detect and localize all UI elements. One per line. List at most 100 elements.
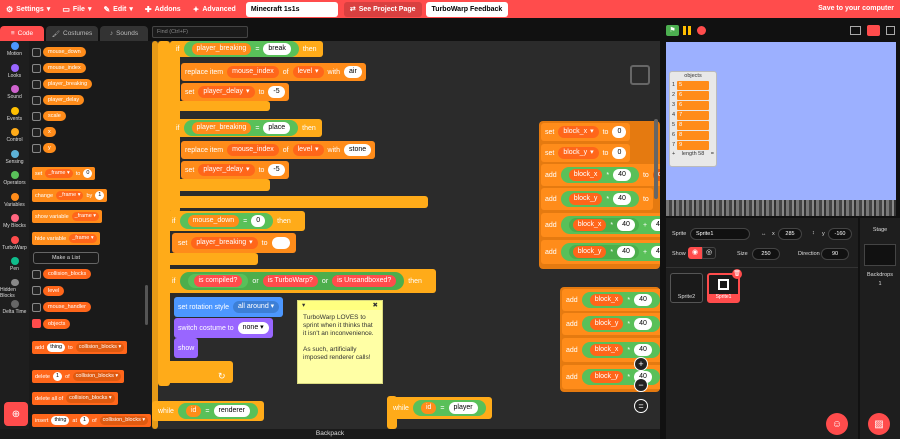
list-value[interactable]: 7 xyxy=(677,110,710,120)
set-variable-block[interactable]: set block_y ▾ to 0 xyxy=(541,144,631,162)
list-reporter[interactable]: level xyxy=(43,285,65,296)
set-variable-block[interactable]: set player_delay ▾ to -5 xyxy=(181,83,289,101)
list-item[interactable]: 47 xyxy=(670,110,716,120)
category-pen[interactable]: Pen xyxy=(0,256,29,278)
variable-reporter-row[interactable]: player_breaking xyxy=(32,79,93,89)
list-item[interactable]: 36 xyxy=(670,100,716,110)
checkbox[interactable] xyxy=(32,269,41,279)
variable-reporter[interactable]: y xyxy=(43,143,56,153)
minimap-box[interactable] xyxy=(630,65,650,85)
variable-reporter[interactable]: mouse_down xyxy=(43,47,86,57)
while-block[interactable]: while id = renderer xyxy=(152,401,264,421)
list-reporter[interactable]: collision_blocks xyxy=(43,269,92,279)
insert-at-block[interactable]: insert thing at 1 of collision_blocks ▾ xyxy=(32,414,152,427)
if-block[interactable]: if is compiled? or is TurboWarp? or is Unsan… xyxy=(158,269,436,293)
comment-note[interactable]: ▾ ✖ TurboWarp LOVES to sprint when it thi… xyxy=(297,300,383,384)
backpack[interactable]: Backpack xyxy=(0,429,660,439)
category-operators[interactable]: Operators xyxy=(0,170,29,192)
sprite-name-input[interactable]: Sprite1 xyxy=(690,228,750,240)
set-variable-block[interactable]: set block_x ▾ to 0 xyxy=(541,123,631,141)
replace-item-block[interactable]: replace item mouse_index of level ▾ with air xyxy=(181,63,366,81)
checkbox[interactable] xyxy=(32,127,41,137)
change-variable-block[interactable]: change _frame ▾ by 1 xyxy=(32,189,108,202)
switch-costume-block[interactable]: switch costume to none ▾ xyxy=(174,318,273,338)
list-value[interactable]: 8 xyxy=(677,130,710,140)
search-input[interactable]: Find (Ctrl+F) xyxy=(152,26,248,38)
edit-menu[interactable]: ✎ Edit ▾ xyxy=(97,0,138,18)
if-block[interactable]: if player_breaking = place then xyxy=(170,119,322,137)
workspace-scrollbar[interactable] xyxy=(654,119,658,199)
variable-reporter-row[interactable]: player_delay xyxy=(32,95,85,105)
list-value[interactable]: 8 xyxy=(677,120,710,130)
list-reporter-row[interactable]: level xyxy=(32,285,65,296)
list-value[interactable]: 6 xyxy=(677,90,710,100)
show-block[interactable]: show xyxy=(174,338,199,358)
variable-reporter-row[interactable]: scale xyxy=(32,111,66,121)
variable-reporter-row[interactable]: x xyxy=(32,127,56,137)
fullscreen-icon[interactable] xyxy=(886,26,895,35)
list-item[interactable]: 68 xyxy=(670,130,716,140)
list-reporter-row[interactable]: mouse_handler xyxy=(32,302,91,312)
project-title-input[interactable]: Minecraft 1s1s xyxy=(245,1,338,17)
category-turbowarp[interactable]: TurboWarp xyxy=(0,235,29,257)
list-monitor[interactable]: objects 15263647586879 + length 58 = xyxy=(669,71,717,167)
variable-reporter[interactable]: player_breaking xyxy=(43,79,93,89)
zoom-out-icon[interactable]: − xyxy=(634,378,648,392)
set-rotation-style-block[interactable]: set rotation style all around ▾ xyxy=(174,297,284,317)
resize-icon[interactable]: = xyxy=(711,151,714,157)
checkbox[interactable] xyxy=(32,111,41,121)
if-block[interactable]: if player_breaking = break then xyxy=(170,41,323,57)
list-reporter-row[interactable]: collision_blocks xyxy=(32,269,92,279)
list-value[interactable]: 9 xyxy=(677,140,710,150)
while-block[interactable]: while id = player xyxy=(387,397,492,419)
category-variables[interactable]: Variables xyxy=(0,192,29,214)
delete-all-block[interactable]: delete all of collision_blocks ▾ xyxy=(32,392,118,405)
list-reporter-row[interactable]: objects xyxy=(32,318,71,329)
list-reporter[interactable]: objects xyxy=(43,318,71,329)
category-motion[interactable]: Motion xyxy=(0,41,29,63)
y-input[interactable]: -160 xyxy=(828,228,852,240)
if-block[interactable]: if mouse_down = 0 then xyxy=(158,211,305,231)
list-value[interactable]: 5 xyxy=(677,80,710,90)
checkbox[interactable] xyxy=(32,95,41,105)
feedback-button[interactable]: TurboWarp Feedback xyxy=(425,1,509,17)
category-sensing[interactable]: Sensing xyxy=(0,149,29,171)
set-variable-block[interactable]: set player_delay ▾ to -5 xyxy=(181,161,289,179)
list-value[interactable]: 6 xyxy=(677,100,710,110)
settings-menu[interactable]: ⚙ Settings ▾ xyxy=(0,0,56,18)
tab-code[interactable]: ≡ Code xyxy=(0,26,44,41)
stage-thumbnail[interactable] xyxy=(864,244,896,266)
set-variable-block[interactable]: set player_breaking ▾ to xyxy=(172,233,296,253)
variable-reporter[interactable]: scale xyxy=(43,111,66,121)
replace-item-block[interactable]: replace item mouse_index of level ▾ with ston… xyxy=(181,141,376,159)
variable-reporter-row[interactable]: y xyxy=(32,143,56,153)
extension-button[interactable]: ⊕ xyxy=(4,402,28,426)
hide-eye-icon[interactable]: ◎ xyxy=(702,247,716,259)
category-my-blocks[interactable]: My Blocks xyxy=(0,213,29,235)
zoom-reset-icon[interactable]: = xyxy=(634,399,648,413)
list-item[interactable]: 26 xyxy=(670,90,716,100)
set-variable-block[interactable]: set _frame ▾ to 0 xyxy=(32,167,96,180)
large-stage-icon[interactable] xyxy=(867,25,880,36)
direction-input[interactable]: 90 xyxy=(821,248,849,260)
variable-reporter[interactable]: x xyxy=(43,127,56,137)
hide-variable-block[interactable]: hide variable _frame ▾ xyxy=(32,232,100,245)
pause-icon[interactable] xyxy=(683,26,692,35)
variable-reporter[interactable]: player_delay xyxy=(43,95,85,105)
size-input[interactable]: 250 xyxy=(752,248,780,260)
advanced-menu[interactable]: ✦ Advanced xyxy=(187,0,242,18)
category-events[interactable]: Events xyxy=(0,106,29,128)
stop-icon[interactable] xyxy=(697,26,706,35)
add-item-icon[interactable]: + xyxy=(672,151,675,157)
file-menu[interactable]: ▭ File ▾ xyxy=(56,0,97,18)
checkbox[interactable] xyxy=(32,63,41,73)
add-backdrop-icon[interactable]: ▨ xyxy=(868,413,890,435)
chevron-down-icon[interactable]: ▾ xyxy=(302,302,305,309)
add-to-list-block[interactable]: addblock_x*40tocollis xyxy=(541,164,660,186)
checkbox[interactable] xyxy=(32,302,41,312)
variable-reporter-row[interactable]: mouse_index xyxy=(32,63,86,73)
add-to-list-block[interactable]: add block_y * 40 to xyxy=(541,188,653,210)
small-stage-icon[interactable] xyxy=(850,26,861,35)
addons-menu[interactable]: ✚ Addons xyxy=(139,0,187,18)
category-control[interactable]: Control xyxy=(0,127,29,149)
